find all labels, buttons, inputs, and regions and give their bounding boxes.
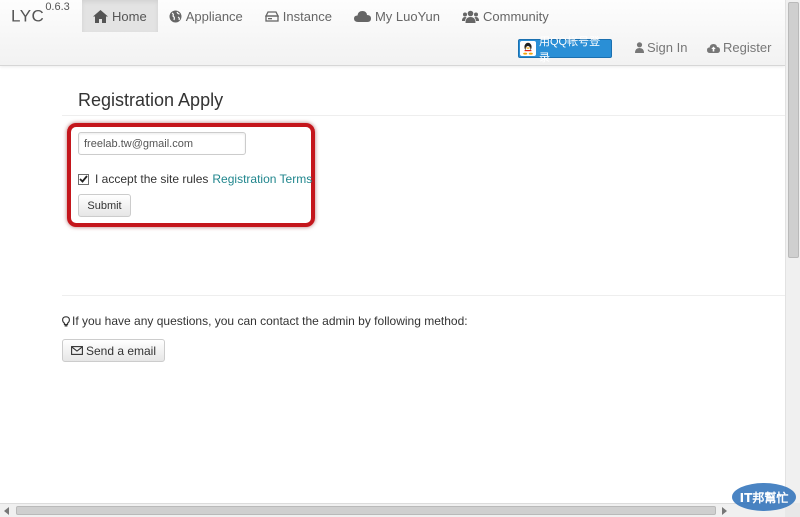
submit-button[interactable]: Submit — [78, 194, 131, 217]
horizontal-scroll-thumb[interactable] — [16, 506, 716, 515]
cloud-upload-icon — [707, 43, 720, 53]
send-email-button[interactable]: Send a email — [62, 339, 165, 362]
contact-text: If you have any questions, you can conta… — [72, 314, 468, 328]
nav-appliance-label: Appliance — [185, 8, 243, 24]
accept-terms-row: I accept the site rules Registration Ter… — [78, 172, 312, 186]
nav-my-luoyun-label: My LuoYun — [374, 8, 440, 24]
title-divider — [62, 115, 785, 116]
register-label: Register — [723, 40, 772, 55]
watermark-text: IT邦幫忙 — [740, 490, 789, 505]
registration-terms-link[interactable]: Registration Terms — [212, 172, 312, 186]
vertical-scrollbar[interactable] — [785, 0, 800, 503]
nav-community-label: Community — [483, 8, 549, 24]
cloud-icon — [353, 11, 371, 22]
send-email-label: Send a email — [85, 343, 157, 358]
ithome-watermark-logo: IT邦幫忙 — [732, 483, 796, 511]
page-title: Registration Apply — [78, 90, 224, 110]
register-link[interactable]: Register — [707, 40, 771, 55]
brand-name[interactable]: LYC — [11, 7, 44, 26]
user-icon — [635, 42, 644, 53]
horizontal-scrollbar[interactable] — [0, 503, 785, 517]
top-navbar: LYC0.6.3 Home Appliance Instance My LuoY… — [0, 0, 785, 66]
nav-item-home[interactable]: Home — [82, 0, 158, 32]
nav-item-appliance[interactable]: Appliance — [158, 0, 254, 32]
vertical-scroll-thumb[interactable] — [788, 2, 799, 258]
sign-in-link[interactable]: Sign In — [635, 40, 687, 55]
nav-instance-label: Instance — [282, 8, 332, 24]
nav-home-label: Home — [112, 8, 147, 24]
envelope-icon — [71, 346, 83, 355]
nav-item-my-luoyun[interactable]: My LuoYun — [343, 0, 451, 32]
scroll-right-arrow-icon[interactable] — [722, 507, 727, 515]
qq-login-label: 用QQ帐号登录 — [538, 35, 601, 64]
nav-item-instance[interactable]: Instance — [254, 0, 343, 32]
main-nav: Home Appliance Instance My LuoYun Commun… — [82, 0, 560, 32]
group-icon — [462, 10, 479, 23]
accept-terms-checkbox[interactable] — [78, 173, 89, 185]
qq-penguin-icon — [520, 41, 536, 56]
scroll-left-arrow-icon[interactable] — [4, 507, 9, 515]
sign-in-label: Sign In — [647, 40, 688, 55]
home-icon — [93, 9, 108, 23]
server-icon — [264, 10, 279, 22]
email-field[interactable] — [78, 132, 246, 155]
globe-icon — [169, 10, 182, 22]
section-divider — [62, 295, 785, 296]
contact-info: If you have any questions, you can conta… — [62, 314, 468, 328]
brand-version: 0.6.3 — [45, 1, 70, 13]
qq-login-button[interactable]: 用QQ帐号登录 — [518, 36, 612, 64]
brand-logo[interactable]: LYC0.6.3 — [11, 1, 70, 27]
checkmark-icon — [79, 175, 88, 183]
accept-terms-label: I accept the site rules — [95, 172, 209, 186]
nav-item-community[interactable]: Community — [451, 0, 560, 32]
lightbulb-icon — [62, 315, 70, 326]
